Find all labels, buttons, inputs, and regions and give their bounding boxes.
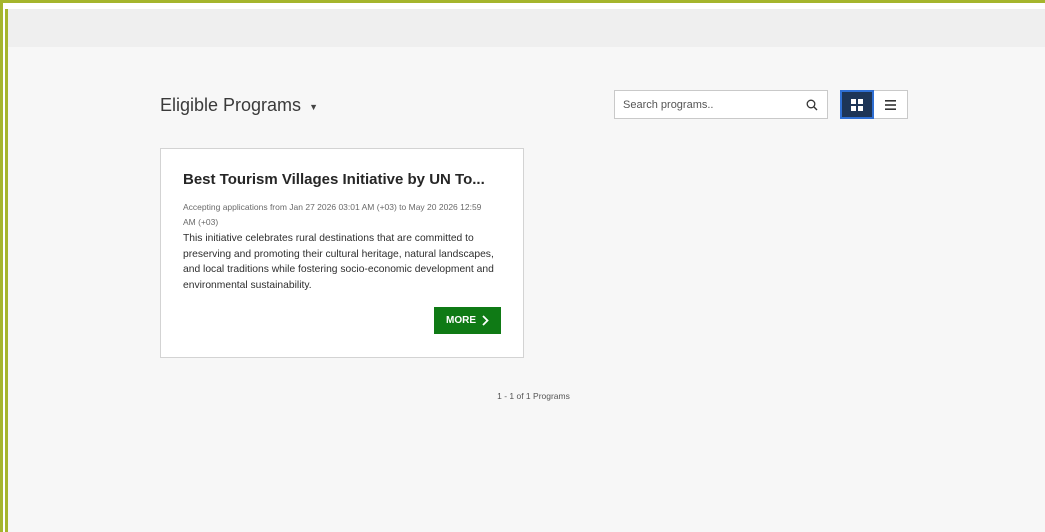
program-description: This initiative celebrates rural destina… — [183, 233, 494, 291]
search-box — [614, 90, 828, 119]
search-icon[interactable] — [805, 98, 819, 112]
grid-icon — [851, 98, 863, 111]
chevron-right-icon — [482, 315, 489, 326]
more-button-label: MORE — [446, 315, 476, 326]
program-dates: Accepting applications from Jan 27 2026 … — [183, 202, 482, 227]
program-card: Best Tourism Villages Initiative by UN T… — [160, 148, 524, 358]
program-title[interactable]: Best Tourism Villages Initiative by UN T… — [183, 171, 501, 188]
list-icon — [885, 99, 896, 110]
top-bar — [8, 9, 1045, 47]
more-button[interactable]: MORE — [434, 307, 501, 334]
search-input[interactable] — [623, 98, 805, 111]
page-title: Eligible Programs — [160, 95, 302, 115]
app-canvas: Eligible Programs ▼ Search programs.. Be… — [5, 9, 1045, 532]
caret-down-icon: ▼ — [309, 102, 318, 112]
pagination-summary: 1 - 1 of 1 Programs — [497, 391, 570, 401]
view-toggle — [840, 90, 908, 119]
grid-view-button[interactable] — [840, 90, 874, 119]
programs-filter-dropdown[interactable]: Eligible Programs ▼ — [160, 95, 318, 116]
list-view-button[interactable] — [874, 90, 908, 119]
